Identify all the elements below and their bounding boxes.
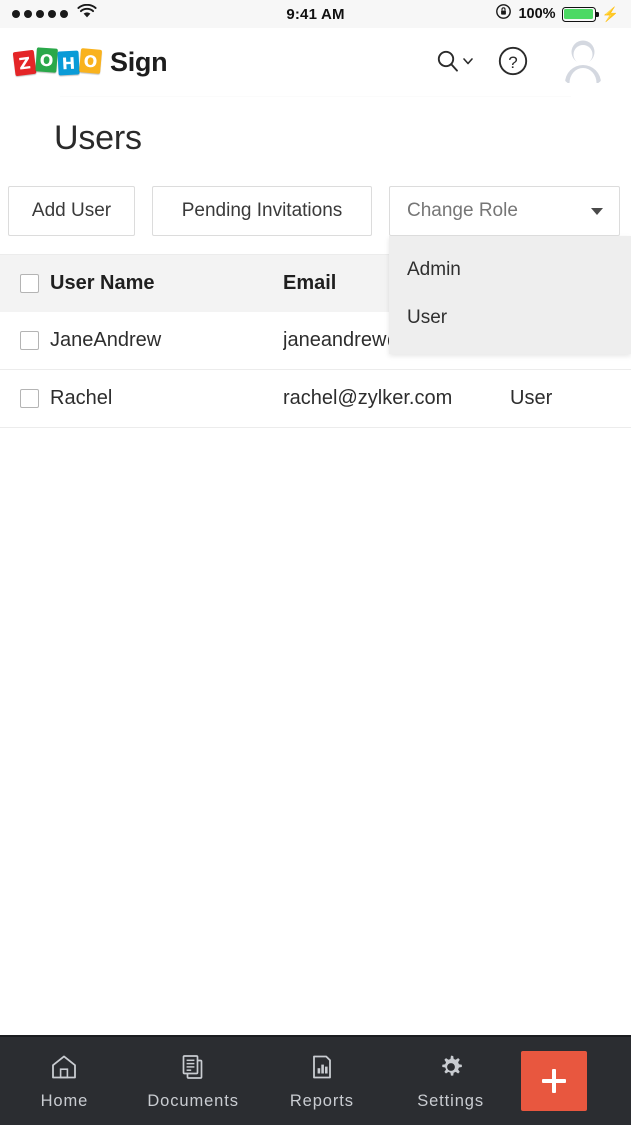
search-button[interactable] — [435, 48, 475, 77]
help-button[interactable]: ? — [497, 45, 529, 80]
chevron-down-icon — [461, 54, 475, 71]
svg-text:?: ? — [508, 53, 517, 72]
action-bar: Add User Pending Invitations Change Role… — [0, 158, 631, 236]
change-role-dropdown: Change Role Admin User — [389, 186, 620, 236]
app-root: 9:41 AM 100% ⚡ Z O H O Sign — [0, 0, 631, 1125]
add-user-button[interactable]: Add User — [8, 186, 135, 236]
zoho-logo-tile-o2: O — [79, 48, 102, 74]
user-avatar-icon — [557, 36, 609, 88]
home-icon — [49, 1052, 79, 1085]
nav-item-reports[interactable]: Reports — [258, 1052, 387, 1111]
cell-user-name: Rachel — [50, 387, 283, 410]
pending-invitations-button[interactable]: Pending Invitations — [152, 186, 372, 236]
zoho-logo-icon: Z O H O — [14, 50, 101, 74]
zoho-logo-tile-h: H — [57, 50, 79, 75]
zoho-logo-tile-z: Z — [13, 50, 37, 76]
nav-item-home[interactable]: Home — [0, 1052, 129, 1111]
rotation-lock-icon — [495, 3, 512, 25]
zoho-logo-tile-o1: O — [35, 47, 58, 72]
nav-label-settings: Settings — [417, 1092, 484, 1111]
status-bar-left — [12, 4, 97, 24]
header-actions: ? — [435, 36, 609, 88]
plus-icon — [541, 1068, 567, 1094]
checkbox-unchecked-icon — [20, 331, 39, 350]
documents-icon — [178, 1052, 208, 1085]
content-empty-area — [0, 428, 631, 1035]
help-circle-icon: ? — [497, 45, 529, 80]
battery-icon — [562, 7, 596, 22]
nav-item-documents[interactable]: Documents — [129, 1052, 258, 1111]
nav-item-settings[interactable]: Settings — [386, 1052, 515, 1111]
wifi-icon — [77, 4, 97, 24]
nav-label-reports: Reports — [290, 1092, 354, 1111]
lightning-bolt-icon: ⚡ — [602, 7, 619, 21]
column-header-user-name: User Name — [50, 272, 283, 295]
role-option-admin[interactable]: Admin — [389, 246, 631, 294]
signal-strength-icon — [12, 10, 68, 18]
nav-label-documents: Documents — [147, 1092, 239, 1111]
cell-user-name: JaneAndrew — [50, 329, 283, 352]
change-role-select[interactable]: Change Role — [389, 186, 620, 236]
avatar[interactable] — [557, 36, 609, 88]
status-bar-right: 100% ⚡ — [495, 3, 619, 25]
role-option-user[interactable]: User — [389, 294, 631, 342]
add-new-button[interactable] — [521, 1051, 587, 1111]
search-icon — [435, 48, 461, 77]
battery-percent-label: 100% — [518, 6, 555, 22]
row-checkbox[interactable] — [8, 331, 50, 350]
nav-label-home: Home — [41, 1092, 89, 1111]
checkbox-unchecked-icon — [20, 274, 39, 293]
change-role-label: Change Role — [407, 200, 591, 222]
brand-logo: Z O H O Sign — [14, 47, 167, 78]
gear-icon — [436, 1052, 466, 1085]
change-role-menu: Admin User — [389, 236, 631, 354]
caret-down-icon — [591, 208, 603, 215]
app-header: Z O H O Sign — [0, 28, 631, 96]
cell-email: rachel@zylker.com — [283, 387, 510, 410]
table-row[interactable]: Rachel rachel@zylker.com User — [0, 370, 631, 428]
select-all-checkbox[interactable] — [8, 274, 50, 293]
status-bar: 9:41 AM 100% ⚡ — [0, 0, 631, 28]
row-checkbox[interactable] — [8, 389, 50, 408]
bottom-navigation-bar: Home Documents — [0, 1035, 631, 1125]
product-name-label: Sign — [110, 47, 167, 78]
checkbox-unchecked-icon — [20, 389, 39, 408]
reports-chart-icon — [307, 1052, 337, 1085]
cell-role: User — [510, 387, 631, 410]
page-title: Users — [0, 97, 631, 158]
